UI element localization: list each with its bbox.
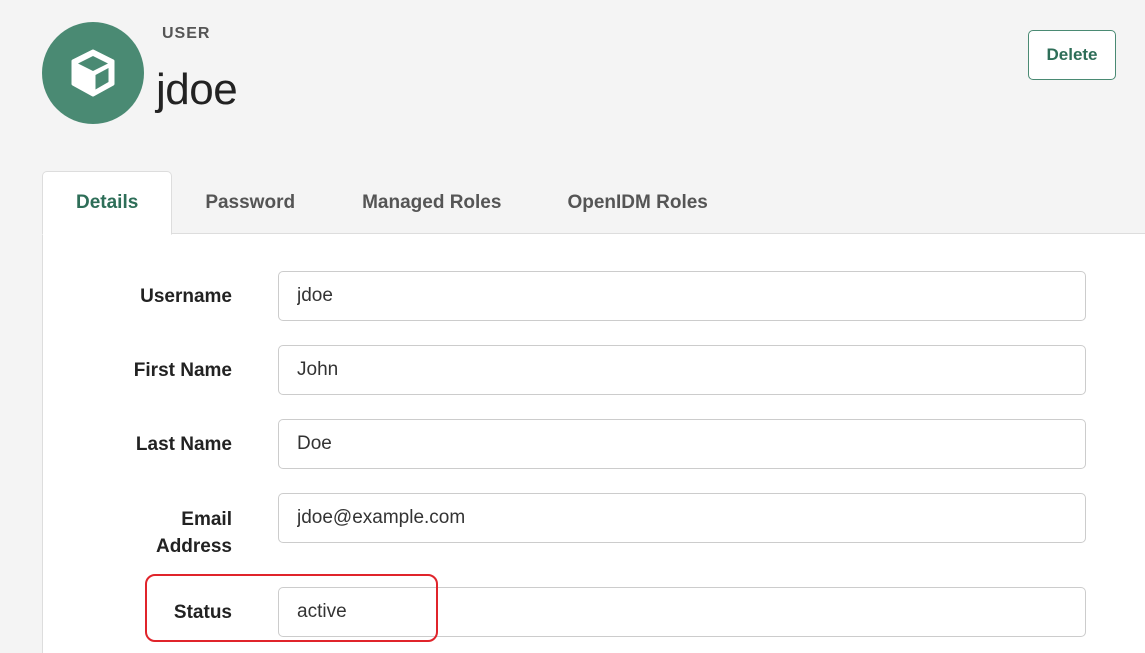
email-label-line1: Email: [181, 509, 232, 530]
email-label-line2: Address: [155, 536, 232, 557]
username-field[interactable]: [278, 271, 1086, 321]
avatar: [42, 22, 144, 124]
tab-managed-roles[interactable]: Managed Roles: [329, 171, 534, 234]
email-label: Email Address: [72, 506, 232, 560]
last-name-label: Last Name: [135, 434, 232, 455]
cube-icon: [71, 49, 115, 97]
status-field[interactable]: [278, 587, 1086, 637]
page-title: jdoe: [156, 65, 238, 114]
tab-details[interactable]: Details: [42, 171, 173, 235]
entity-type-label: USER: [162, 25, 211, 42]
first-name-field[interactable]: [278, 345, 1086, 395]
tab-bar: Details Password Managed Roles OpenIDM R…: [42, 171, 741, 235]
first-name-label: First Name: [133, 360, 232, 381]
tab-password[interactable]: Password: [172, 171, 329, 234]
last-name-field[interactable]: [278, 419, 1086, 469]
status-label: Status: [173, 602, 232, 623]
username-label: Username: [140, 286, 232, 307]
tab-openidm-roles[interactable]: OpenIDM Roles: [534, 171, 740, 234]
email-field[interactable]: [278, 493, 1086, 543]
delete-button[interactable]: Delete: [1028, 30, 1116, 80]
